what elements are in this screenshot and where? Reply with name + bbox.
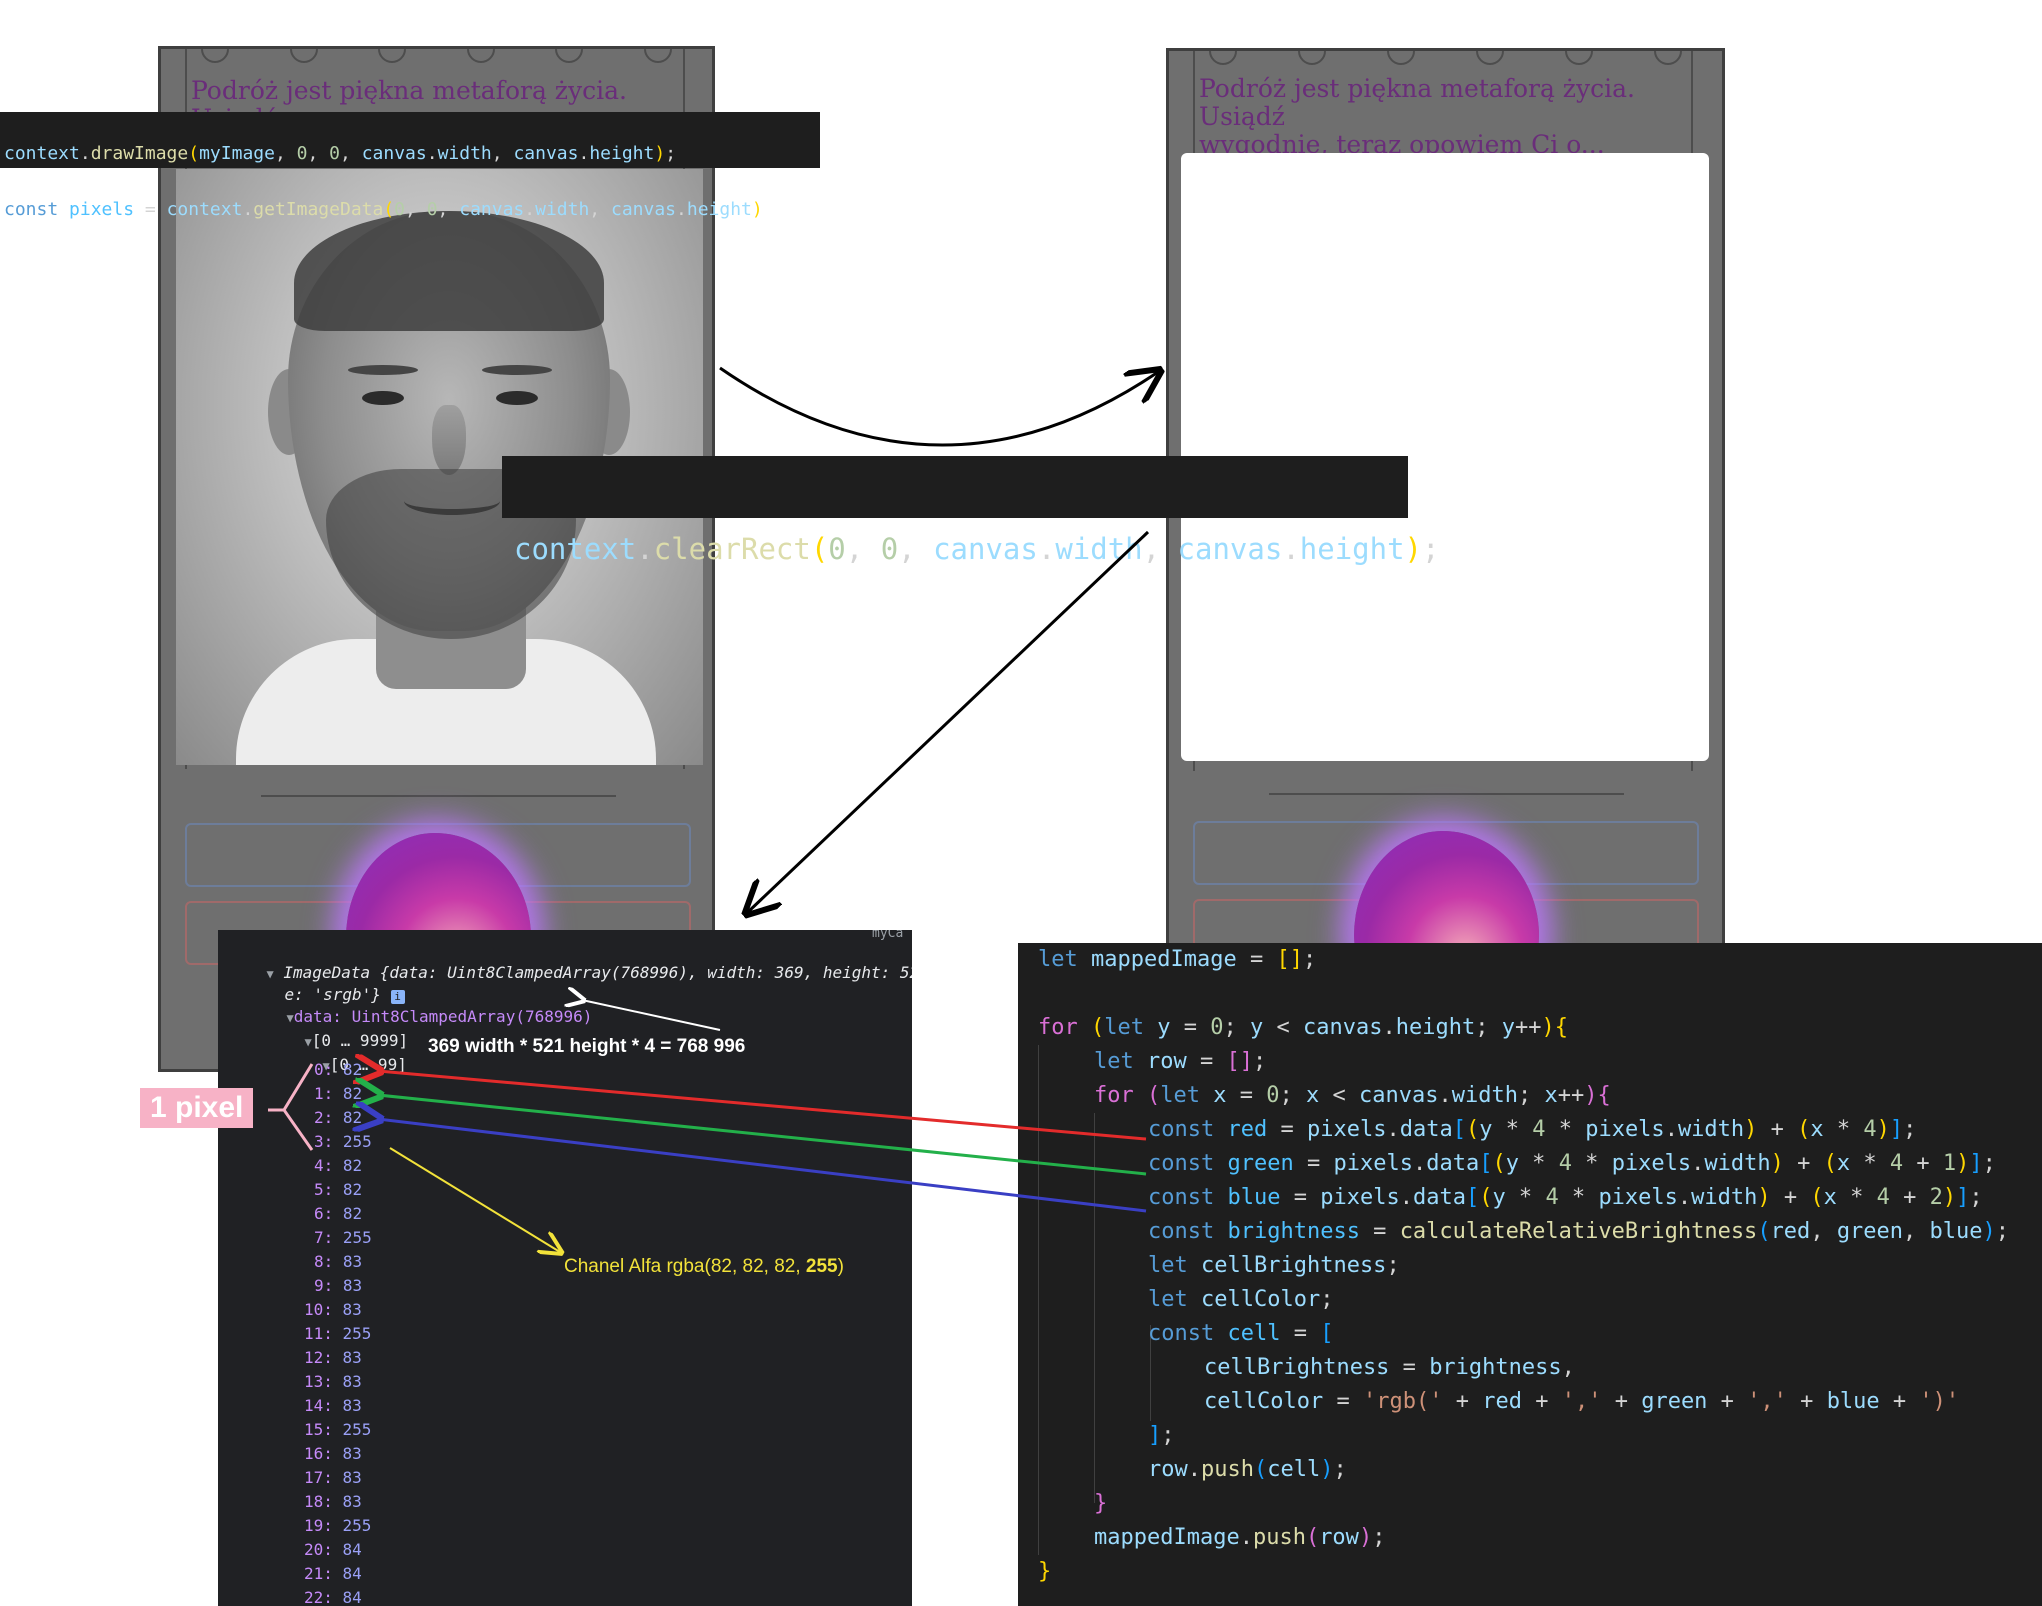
arrow-to-devtools <box>748 530 1150 912</box>
arrow-to-cleared-canvas <box>719 368 1158 447</box>
arrow-red-channel <box>378 1071 1147 1141</box>
annotation-arrows <box>268 0 2042 1606</box>
pixel-bracket <box>282 1063 314 1151</box>
arrow-formula-to-data <box>582 1000 721 1031</box>
arrow-alpha-channel <box>389 1147 560 1252</box>
arrow-blue-channel <box>378 1119 1147 1213</box>
arrow-green-channel <box>378 1095 1147 1176</box>
